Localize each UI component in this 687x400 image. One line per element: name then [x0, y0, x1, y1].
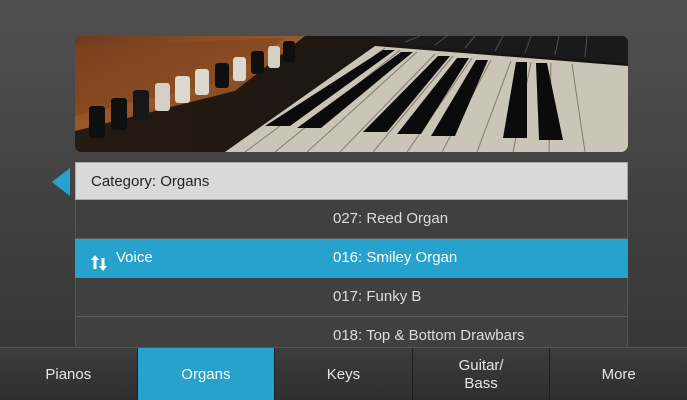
organ-image: [75, 36, 628, 152]
row-label-wrap: Voice: [90, 239, 153, 277]
tab-more[interactable]: More: [550, 348, 687, 400]
tab-keys[interactable]: Keys: [275, 348, 413, 400]
tab-guitar-bass[interactable]: Guitar/ Bass: [412, 348, 551, 400]
voice-name: 027: Reed Organ: [333, 210, 449, 227]
tab-organs[interactable]: Organs: [137, 348, 276, 400]
sort-arrows-icon: [90, 249, 108, 271]
list-item[interactable]: 018: Top & Bottom Drawbars: [75, 317, 628, 348]
voice-name: 017: Funky B: [333, 288, 422, 305]
tab-pianos[interactable]: Pianos: [0, 348, 138, 400]
voice-name: 018: Top & Bottom Drawbars: [333, 327, 525, 344]
voice-select-screen: Category: Organs 027: Reed Organ Voice 0…: [0, 0, 687, 400]
category-header[interactable]: Category: Organs: [75, 162, 628, 200]
voice-name: 016: Smiley Organ: [333, 249, 458, 266]
category-tab-bar: Pianos Organs Keys Guitar/ Bass More: [0, 347, 687, 400]
triangle-left-icon[interactable]: [52, 168, 72, 196]
list-item[interactable]: 017: Funky B: [75, 278, 628, 317]
list-item-selected[interactable]: Voice 016: Smiley Organ: [75, 239, 628, 278]
row-label: Voice: [116, 249, 153, 266]
list-item[interactable]: 027: Reed Organ: [75, 200, 628, 239]
voice-list: Category: Organs 027: Reed Organ Voice 0…: [75, 162, 628, 348]
